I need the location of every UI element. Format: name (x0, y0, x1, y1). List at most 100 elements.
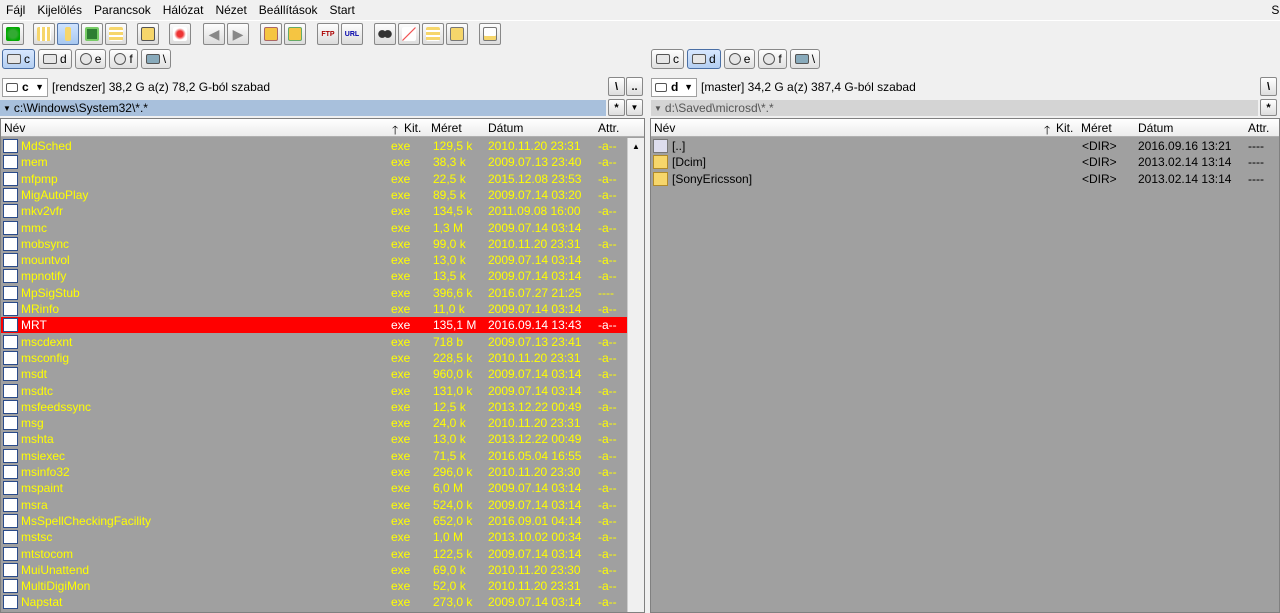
file-row[interactable]: msfeedssync exe 12,5 k 2013.12.22 00:49 -a-- (1, 399, 628, 415)
left-drive-d-button[interactable]: d (38, 49, 72, 69)
file-date: 2009.07.14 03:14 (488, 595, 582, 610)
file-icon (3, 546, 18, 561)
col-name[interactable]: Név (654, 121, 675, 135)
col-size[interactable]: Méret (431, 121, 462, 135)
file-row[interactable]: msg exe 24,0 k 2010.11.20 23:31 -a-- (1, 415, 628, 431)
forward-button[interactable]: ▶ (227, 23, 249, 45)
compare-button[interactable] (137, 23, 159, 45)
menu-network[interactable]: Hálózat (157, 0, 210, 20)
file-ext: exe (391, 383, 411, 398)
scroll-up-icon[interactable]: ▲ (628, 138, 644, 154)
detailed-view-button[interactable] (57, 23, 79, 45)
file-row[interactable]: mshta exe 13,0 k 2013.12.22 00:49 -a-- (1, 431, 628, 447)
col-date[interactable]: Dátum (488, 121, 523, 135)
left-scrollbar[interactable]: ▲ (627, 138, 644, 612)
right-drive-f-button[interactable]: f (758, 49, 787, 69)
right-network-button[interactable]: \ (789, 49, 821, 69)
file-row[interactable]: MsSpellCheckingFacility exe 652,0 k 2016.09… (1, 513, 628, 529)
file-row[interactable]: msra exe 524,0 k 2009.07.14 03:14 -a-- (1, 497, 628, 513)
refresh-button[interactable] (2, 23, 24, 45)
col-attr[interactable]: Attr. (598, 121, 619, 135)
file-icon (3, 367, 18, 382)
file-row[interactable]: mpnotify exe 13,5 k 2009.07.14 03:14 -a-- (1, 268, 628, 284)
menu-file[interactable]: Fájl (0, 0, 31, 20)
file-row[interactable]: mountvol exe 13,0 k 2009.07.14 03:14 -a-- (1, 252, 628, 268)
menu-help-truncated[interactable]: Sú (1271, 0, 1280, 20)
col-size[interactable]: Méret (1081, 121, 1112, 135)
file-row[interactable]: mscdexnt exe 718 b 2009.07.13 23:41 -a-- (1, 334, 628, 350)
left-network-button[interactable]: \ (140, 49, 172, 69)
panel-splitter[interactable] (645, 118, 649, 613)
col-date[interactable]: Dátum (1138, 121, 1173, 135)
col-attr[interactable]: Attr. (1248, 121, 1269, 135)
right-drive-d-button[interactable]: d (687, 49, 721, 69)
copy-names-button[interactable] (446, 23, 468, 45)
tree-button[interactable] (105, 23, 127, 45)
file-row[interactable]: MRinfo exe 11,0 k 2009.07.14 03:14 -a-- (1, 301, 628, 317)
left-path-bar[interactable]: ▼ c:\Windows\System32\*.* (0, 100, 606, 116)
file-row[interactable]: msdtc exe 131,0 k 2009.07.14 03:14 -a-- (1, 383, 628, 399)
back-button[interactable]: ◀ (203, 23, 225, 45)
left-drive-c-button[interactable]: c (2, 49, 35, 69)
file-name: msconfig (21, 350, 70, 365)
left-drive-select[interactable]: c ▼ (2, 77, 48, 97)
file-row[interactable]: mkv2vfr exe 134,5 k 2011.09.08 16:00 -a-- (1, 203, 628, 219)
left-hotlist-button[interactable]: ▼ (626, 99, 643, 116)
url-button[interactable]: URL (341, 23, 363, 45)
file-row[interactable]: msinfo32 exe 296,0 k 2010.11.20 23:30 -a-- (1, 464, 628, 480)
left-file-panel[interactable]: Név 🡑 Kit. Méret Dátum Attr. MdSched exe 1… (0, 118, 645, 613)
col-name[interactable]: Név (4, 121, 25, 135)
file-row[interactable]: mspaint exe 6,0 M 2009.07.14 03:14 -a-- (1, 480, 628, 496)
file-row[interactable]: mfpmp exe 22,5 k 2015.12.08 23:53 -a-- (1, 171, 628, 187)
file-row[interactable]: mstsc exe 1,0 M 2013.10.02 00:34 -a-- (1, 529, 628, 545)
notepad-button[interactable] (479, 23, 501, 45)
thumbnails-button[interactable] (81, 23, 103, 45)
unpack-button[interactable] (284, 23, 306, 45)
file-row[interactable]: msconfig exe 228,5 k 2010.11.20 23:31 -a-- (1, 350, 628, 366)
left-up-button[interactable]: .. (626, 77, 643, 96)
sync-dirs-button[interactable] (422, 23, 444, 45)
multi-rename-button[interactable] (398, 23, 420, 45)
right-file-panel[interactable]: Név 🡑 Kit. Méret Dátum Attr. [..] <DIR> 20… (650, 118, 1280, 613)
file-row[interactable]: mem exe 38,3 k 2009.07.13 23:40 -a-- (1, 154, 628, 170)
right-drive-c-button[interactable]: c (651, 49, 684, 69)
right-root-button[interactable]: \ (1260, 77, 1277, 96)
right-drive-e-button[interactable]: e (723, 49, 756, 69)
menu-settings[interactable]: Beállítások (253, 0, 324, 20)
right-path-bar[interactable]: ▼ d:\Saved\microsd\*.* (651, 100, 1258, 116)
menu-start[interactable]: Start (324, 0, 361, 20)
file-row[interactable]: [..] <DIR> 2016.09.16 13:21 ---- (651, 138, 1279, 154)
search-button[interactable] (374, 23, 396, 45)
left-history-button[interactable]: * (608, 99, 625, 116)
left-drive-f-button[interactable]: f (109, 49, 138, 69)
pack-button[interactable] (260, 23, 282, 45)
file-row[interactable]: mmc exe 1,3 M 2009.07.14 03:14 -a-- (1, 220, 628, 236)
left-drive-e-button[interactable]: e (74, 49, 107, 69)
invert-selection-button[interactable] (169, 23, 191, 45)
menu-commands[interactable]: Parancsok (88, 0, 157, 20)
file-date: 2016.05.04 16:55 (488, 448, 582, 463)
file-row[interactable]: MultiDigiMon exe 52,0 k 2010.11.20 23:31 -a-… (1, 578, 628, 594)
file-row[interactable]: [Dcim] <DIR> 2013.02.14 13:14 ---- (651, 154, 1279, 170)
menu-select[interactable]: Kijelölés (31, 0, 88, 20)
file-row[interactable]: [SonyEricsson] <DIR> 2013.02.14 13:14 ---- (651, 171, 1279, 187)
file-row[interactable]: MigAutoPlay exe 89,5 k 2009.07.14 03:20 -a-- (1, 187, 628, 203)
file-row[interactable]: msiexec exe 71,5 k 2016.05.04 16:55 -a-- (1, 448, 628, 464)
file-row[interactable]: MRT exe 135,1 M 2016.09.14 13:43 -a-- (1, 317, 628, 334)
col-ext[interactable]: Kit. (1056, 121, 1073, 135)
file-row[interactable]: mtstocom exe 122,5 k 2009.07.14 03:14 -a-- (1, 546, 628, 562)
right-history-button[interactable]: * (1260, 99, 1277, 116)
brief-view-button[interactable] (33, 23, 55, 45)
file-row[interactable]: Napstat exe 273,0 k 2009.07.14 03:14 -a-- (1, 594, 628, 610)
file-row[interactable]: msdt exe 960,0 k 2009.07.14 03:14 -a-- (1, 366, 628, 382)
file-row[interactable]: mobsync exe 99,0 k 2010.11.20 23:31 -a-- (1, 236, 628, 252)
file-attr: -a-- (598, 562, 617, 577)
col-ext[interactable]: Kit. (404, 121, 421, 135)
file-row[interactable]: MpSigStub exe 396,6 k 2016.07.27 21:25 ---- (1, 285, 628, 301)
right-drive-select[interactable]: d ▼ (651, 77, 697, 97)
file-row[interactable]: MuiUnattend exe 69,0 k 2010.11.20 23:30 -a-- (1, 562, 628, 578)
ftp-button[interactable]: FTP (317, 23, 339, 45)
file-row[interactable]: MdSched exe 129,5 k 2010.11.20 23:31 -a-- (1, 138, 628, 154)
menu-view[interactable]: Nézet (209, 0, 252, 20)
left-root-button[interactable]: \ (608, 77, 625, 96)
